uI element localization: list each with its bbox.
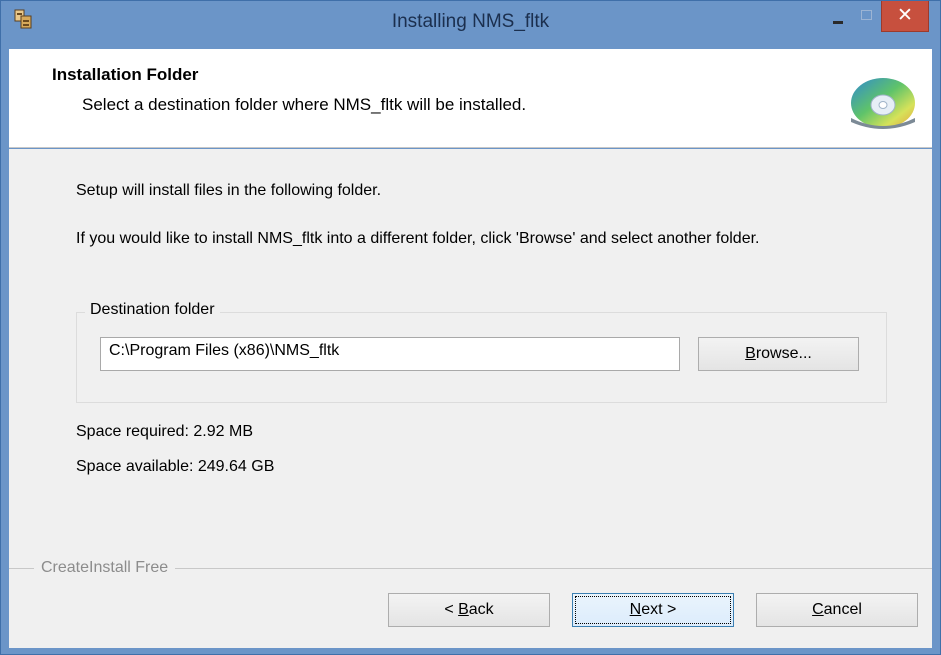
cancel-button[interactable]: Cancel	[756, 593, 918, 627]
space-available-text: Space available: 249.64 GB	[76, 458, 275, 475]
back-prefix: <	[444, 601, 459, 618]
instruction-text: If you would like to install NMS_fltk in…	[76, 230, 760, 247]
window-title: Installing NMS_fltk	[391, 11, 550, 32]
browse-button[interactable]: Browse...	[698, 337, 859, 371]
wizard-content: Setup will install files in the followin…	[9, 149, 932, 648]
space-required-text: Space required: 2.92 MB	[76, 423, 253, 440]
maximize-icon	[861, 10, 872, 20]
back-label: ack	[468, 601, 494, 618]
destination-folder-label: Destination folder	[85, 301, 220, 319]
page-title: Installation Folder	[52, 65, 199, 84]
close-button[interactable]: ✕	[881, 1, 929, 32]
page-subtitle: Select a destination folder where NMS_fl…	[82, 95, 527, 114]
cancel-label: ancel	[823, 601, 862, 618]
intro-text: Setup will install files in the followin…	[76, 182, 382, 199]
browse-label: rowse...	[755, 345, 812, 362]
cancel-mnemonic: C	[812, 601, 824, 618]
brand-label: CreateInstall Free	[34, 559, 176, 577]
back-button[interactable]: < Back	[388, 593, 550, 627]
maximize-button[interactable]	[853, 1, 881, 32]
wizard-header: Installation Folder Select a destination…	[9, 49, 932, 148]
close-icon: ✕	[897, 4, 913, 26]
back-mnemonic: B	[458, 601, 469, 618]
minimize-button[interactable]	[823, 1, 853, 32]
minimize-icon	[833, 21, 843, 24]
title-bar[interactable]: Installing NMS_fltk ✕	[1, 1, 940, 49]
focus-rect	[575, 596, 731, 624]
next-button[interactable]: Next >	[572, 593, 734, 627]
installer-window: Installing NMS_fltk ✕ Installation Folde…	[0, 0, 941, 655]
browse-mnemonic: B	[745, 345, 756, 362]
cd-disc-icon	[851, 78, 915, 129]
destination-path-input[interactable]	[100, 337, 680, 371]
